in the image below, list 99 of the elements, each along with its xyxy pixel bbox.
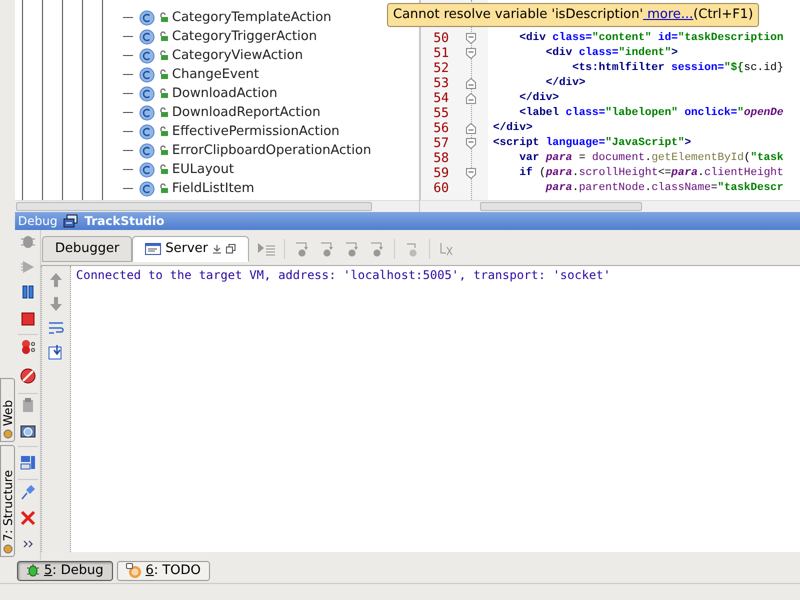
shortcut-hint: (Ctrl+F1)	[693, 6, 754, 24]
restore-icon	[226, 244, 236, 254]
line-number: 59	[432, 167, 449, 180]
class-icon	[139, 66, 155, 82]
tooltip-message: Cannot resolve variable 'isDescription'	[393, 6, 644, 24]
side-tool-tab[interactable]: 7: Structure	[0, 445, 15, 557]
side-tool-tab[interactable]: Web	[0, 378, 15, 442]
breakpoints-icon[interactable]	[20, 339, 36, 355]
console-line: Connected to the target VM, address: 'localhost:5005', transport: 'socket'	[76, 268, 612, 283]
line-number: 54	[432, 92, 449, 105]
line-number: 57	[432, 137, 449, 150]
camera-icon[interactable]	[20, 423, 36, 439]
tree-item[interactable]: FieldListItem	[172, 182, 254, 195]
code-line: </div>	[544, 76, 586, 91]
tree-item[interactable]: DownloadReportAction	[172, 106, 320, 119]
console-icon	[145, 243, 162, 255]
lock-icon	[159, 107, 169, 118]
class-icon	[139, 162, 155, 178]
fold-marker-icon[interactable]	[466, 123, 476, 134]
code-line: <label class="labelopen" onclick="openDe	[518, 106, 784, 121]
line-number: 50	[432, 32, 449, 45]
code-line: <div class="content" id="taskDescription	[518, 31, 784, 46]
class-icon	[139, 48, 155, 64]
force-step-into-icon[interactable]	[344, 241, 360, 257]
lock-icon	[159, 69, 169, 80]
layout-icon[interactable]	[20, 455, 36, 471]
lock-icon	[159, 88, 169, 99]
pin-tab-icon	[212, 244, 222, 254]
config-icon	[63, 214, 78, 228]
code-line: var para = document.getElementById("task	[518, 151, 784, 166]
line-number: 56	[432, 122, 449, 135]
run-config-name: TrackStudio	[84, 215, 164, 227]
fold-marker-icon[interactable]	[466, 168, 476, 179]
tool-window-icon	[2, 429, 12, 439]
line-number: 60	[432, 182, 449, 195]
step-out-icon[interactable]	[369, 241, 385, 257]
line-number: 52	[432, 62, 449, 75]
line-number: 53	[432, 77, 449, 90]
tree-item[interactable]: DownloadAction	[172, 87, 278, 100]
class-icon	[139, 142, 155, 158]
down-arrow-icon[interactable]	[49, 296, 63, 312]
code-line: <ts:htmlfilter session="${sc.id}	[571, 61, 784, 76]
rerun-bug-icon[interactable]	[20, 234, 36, 250]
lock-icon	[159, 164, 169, 175]
line-number: 51	[432, 47, 449, 60]
class-icon	[139, 86, 155, 102]
line-number: 55	[432, 107, 449, 120]
code-line: para.parentNode.className="taskDescr	[544, 181, 784, 196]
class-icon	[139, 10, 155, 26]
lock-icon	[159, 183, 169, 194]
tool-window-button[interactable]: 5: Debug	[17, 561, 113, 581]
code-line: <div class="indent">	[544, 46, 679, 61]
tree-item[interactable]: CategoryTriggerAction	[172, 30, 317, 43]
tool-window-title: Debug	[18, 215, 58, 227]
tool-window-button[interactable]: 6: TODO	[116, 561, 210, 581]
step-into-icon[interactable]	[319, 241, 335, 257]
code-line: </div>	[493, 121, 534, 136]
debug-tab[interactable]: Server	[132, 236, 249, 262]
tree-item[interactable]: ChangeEvent	[172, 68, 260, 81]
fold-marker-icon[interactable]	[466, 78, 476, 89]
tree-item[interactable]: CategoryViewAction	[172, 49, 303, 62]
soft-wrap-icon[interactable]	[48, 320, 64, 336]
pause-icon[interactable]	[20, 284, 36, 300]
class-icon	[139, 180, 155, 196]
line-number: 58	[432, 152, 449, 165]
code-line: <script language="JavaScript">	[493, 136, 692, 151]
class-icon	[139, 124, 155, 140]
tree-item[interactable]: ErrorClipboardOperationAction	[172, 144, 372, 157]
up-arrow-icon[interactable]	[49, 272, 63, 288]
lock-icon	[159, 126, 169, 137]
scrollbar-thumb[interactable]	[16, 202, 372, 211]
fold-marker-icon[interactable]	[466, 138, 476, 149]
run-to-cursor-icon[interactable]	[257, 242, 275, 256]
class-icon	[139, 104, 155, 120]
tool-window-icon	[2, 544, 12, 554]
code-line: if (para.scrollHeight<=para.clientHeight	[518, 166, 784, 181]
tree-item[interactable]: CategoryTemplateAction	[172, 11, 332, 24]
fold-marker-icon[interactable]	[466, 48, 476, 59]
more-link[interactable]: more...	[643, 5, 694, 25]
tree-item[interactable]: EULayout	[172, 163, 234, 176]
evaluate-expression-icon[interactable]	[439, 241, 455, 257]
class-icon	[139, 28, 155, 44]
scroll-to-end-icon[interactable]	[48, 344, 64, 360]
fold-marker-icon[interactable]	[466, 33, 476, 44]
pin-icon[interactable]	[20, 484, 36, 500]
code-line: </div>	[518, 91, 560, 106]
lock-icon	[159, 50, 169, 61]
close-icon[interactable]	[20, 510, 36, 526]
tree-item[interactable]: EffectivePermissionAction	[172, 125, 340, 138]
lock-icon	[159, 31, 169, 42]
step-over-icon[interactable]	[294, 241, 310, 257]
mute-breakpoints-icon[interactable]	[20, 368, 36, 384]
lock-icon	[159, 145, 169, 156]
scrollbar-thumb[interactable]	[480, 202, 642, 211]
bug-icon	[26, 564, 40, 578]
fold-marker-icon[interactable]	[466, 93, 476, 104]
stop-icon[interactable]	[20, 311, 36, 327]
debug-tab[interactable]: Debugger	[42, 236, 132, 262]
lock-icon	[159, 12, 169, 23]
